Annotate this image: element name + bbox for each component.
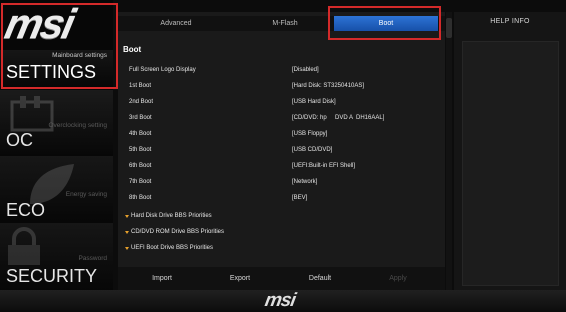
setting-row-1st-boot[interactable]: 1st Boot [Hard Disk: ST3250410AS] <box>118 83 445 96</box>
submenu-label: CD/DVD ROM Drive BBS Priorities <box>131 229 225 235</box>
scrollbar[interactable] <box>446 12 452 290</box>
footer-msi-logo: msi <box>263 290 297 311</box>
apply-button: Apply <box>389 275 407 282</box>
main-panel: Advanced M-Flash Boot Boot Full Screen L… <box>118 12 445 290</box>
setting-value: [USB Floppy] <box>292 131 328 137</box>
submenu-label: Hard Disk Drive BBS Priorities <box>131 213 212 219</box>
bottom-action-bar: Import Export Default Apply <box>118 267 445 290</box>
sidebar-item-oc[interactable]: Overclocking setting OC <box>0 90 113 154</box>
setting-row-6th-boot[interactable]: 6th Boot [UEFI:Built-in EFI Shell] <box>118 163 445 176</box>
import-button[interactable]: Import <box>132 271 192 286</box>
sidebar-item-security[interactable]: Password SECURITY <box>0 223 113 290</box>
help-content <box>462 41 559 286</box>
lock-icon <box>8 227 40 265</box>
submenu-arrow-icon <box>125 215 129 218</box>
settings-highlight <box>1 3 118 89</box>
setting-label: 8th Boot <box>129 195 152 201</box>
default-button[interactable]: Default <box>290 271 350 286</box>
help-panel: HELP INFO <box>454 12 566 290</box>
tab-m-flash[interactable]: M-Flash <box>232 16 338 31</box>
sidebar-item-subtitle: Password <box>78 255 107 262</box>
setting-value: [CD/DVD: hp DVD A DH16AAL] <box>292 115 385 121</box>
tab-advanced[interactable]: Advanced <box>122 16 230 31</box>
sidebar-item-label: SECURITY <box>6 266 98 286</box>
setting-label: Full Screen Logo Display <box>129 67 196 73</box>
setting-row-8th-boot[interactable]: 8th Boot [BEV] <box>118 195 445 208</box>
section-title: Boot <box>123 45 142 54</box>
setting-row-5th-boot[interactable]: 5th Boot [USB CD/DVD] <box>118 147 445 160</box>
help-title: HELP INFO <box>490 18 530 25</box>
setting-value: [Disabled] <box>292 67 319 73</box>
submenu-arrow-icon <box>125 231 129 234</box>
setting-label: 5th Boot <box>129 147 152 153</box>
setting-value: [BEV] <box>292 195 308 201</box>
sidebar-item-label: ECO <box>6 200 46 220</box>
scrollbar-thumb[interactable] <box>446 18 452 38</box>
setting-value: [UEFI:Built-in EFI Shell] <box>292 163 356 169</box>
export-button[interactable]: Export <box>210 271 270 286</box>
setting-label: 4th Boot <box>129 131 152 137</box>
boot-settings-list: Boot Full Screen Logo Display [Disabled]… <box>118 36 445 267</box>
boot-tab-highlight <box>328 6 441 40</box>
submenu-arrow-icon <box>125 247 129 250</box>
setting-label: 2nd Boot <box>129 99 154 105</box>
setting-value: [USB CD/DVD] <box>292 147 333 153</box>
sidebar-item-label: OC <box>6 130 33 150</box>
setting-value: [Hard Disk: ST3250410AS] <box>292 83 365 89</box>
setting-row-full-screen-logo[interactable]: Full Screen Logo Display [Disabled] <box>118 67 445 80</box>
setting-row-3rd-boot[interactable]: 3rd Boot [CD/DVD: hp DVD A DH16AAL] <box>118 115 445 128</box>
sidebar-item-subtitle: Energy saving <box>65 191 107 198</box>
setting-value: [Network] <box>292 179 318 185</box>
setting-row-4th-boot[interactable]: 4th Boot [USB Floppy] <box>118 131 445 144</box>
setting-row-2nd-boot[interactable]: 2nd Boot [USB Hard Disk] <box>118 99 445 112</box>
submenu-hdd-bbs-priorities[interactable]: Hard Disk Drive BBS Priorities <box>118 213 445 226</box>
setting-label: 3rd Boot <box>129 115 152 121</box>
sidebar-item-eco[interactable]: Energy saving ECO <box>0 156 113 221</box>
submenu-uefi-bbs-priorities[interactable]: UEFI Boot Drive BBS Priorities <box>118 245 445 258</box>
setting-value: [USB Hard Disk] <box>292 99 336 105</box>
footer: msi <box>0 290 566 312</box>
setting-row-7th-boot[interactable]: 7th Boot [Network] <box>118 179 445 192</box>
sidebar-item-subtitle: Overclocking setting <box>48 122 107 129</box>
submenu-cddvd-bbs-priorities[interactable]: CD/DVD ROM Drive BBS Priorities <box>118 229 445 242</box>
setting-label: 7th Boot <box>129 179 152 185</box>
submenu-label: UEFI Boot Drive BBS Priorities <box>131 245 214 251</box>
setting-label: 6th Boot <box>129 163 152 169</box>
setting-label: 1st Boot <box>129 83 152 89</box>
